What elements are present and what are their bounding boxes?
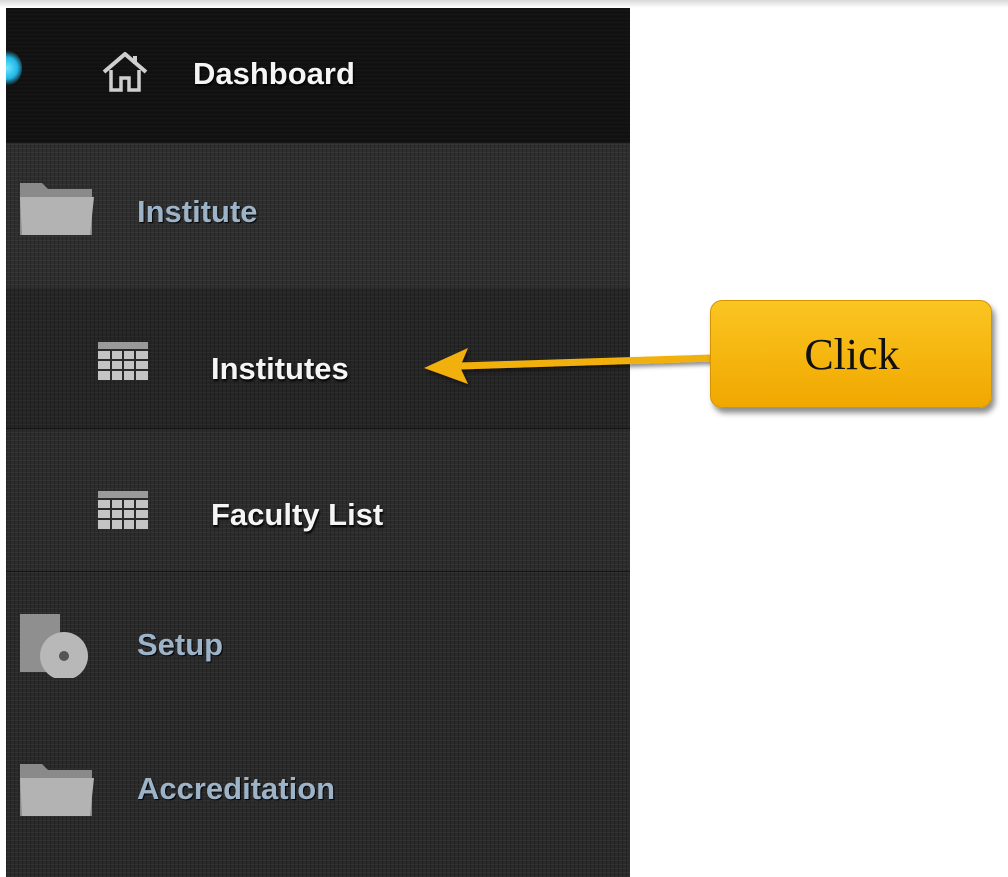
sidebar-item-institute[interactable]: Institute xyxy=(6,143,630,288)
sidebar-item-accreditation[interactable]: Accreditation xyxy=(6,712,630,877)
folder-icon xyxy=(18,177,96,244)
sidebar-item-label: Institute xyxy=(137,194,258,229)
sidebar-item-faculty-list[interactable]: Faculty List xyxy=(6,429,630,572)
sidebar-item-dashboard[interactable]: Dashboard xyxy=(6,8,630,143)
disc-icon xyxy=(18,612,96,683)
sidebar-item-label: Accreditation xyxy=(137,771,336,806)
sidebar-item-label: Institutes xyxy=(211,351,349,386)
page: Dashboard Institute Institutes Faculty L… xyxy=(0,0,1008,877)
sidebar: Dashboard Institute Institutes Faculty L… xyxy=(6,8,630,877)
home-icon xyxy=(98,48,152,101)
sidebar-item-label: Setup xyxy=(137,627,224,662)
arrow-left-icon xyxy=(424,348,713,384)
sidebar-item-label: Dashboard xyxy=(193,56,355,91)
click-callout: Click xyxy=(710,300,992,408)
grid-table-icon xyxy=(98,491,148,534)
active-indicator xyxy=(6,50,22,86)
sidebar-item-label: Faculty List xyxy=(211,497,384,532)
top-shadow xyxy=(0,0,1008,8)
sidebar-item-setup[interactable]: Setup xyxy=(6,572,630,712)
folder-icon xyxy=(18,758,96,825)
callout-text: Click xyxy=(804,330,900,379)
grid-table-icon xyxy=(98,342,148,385)
